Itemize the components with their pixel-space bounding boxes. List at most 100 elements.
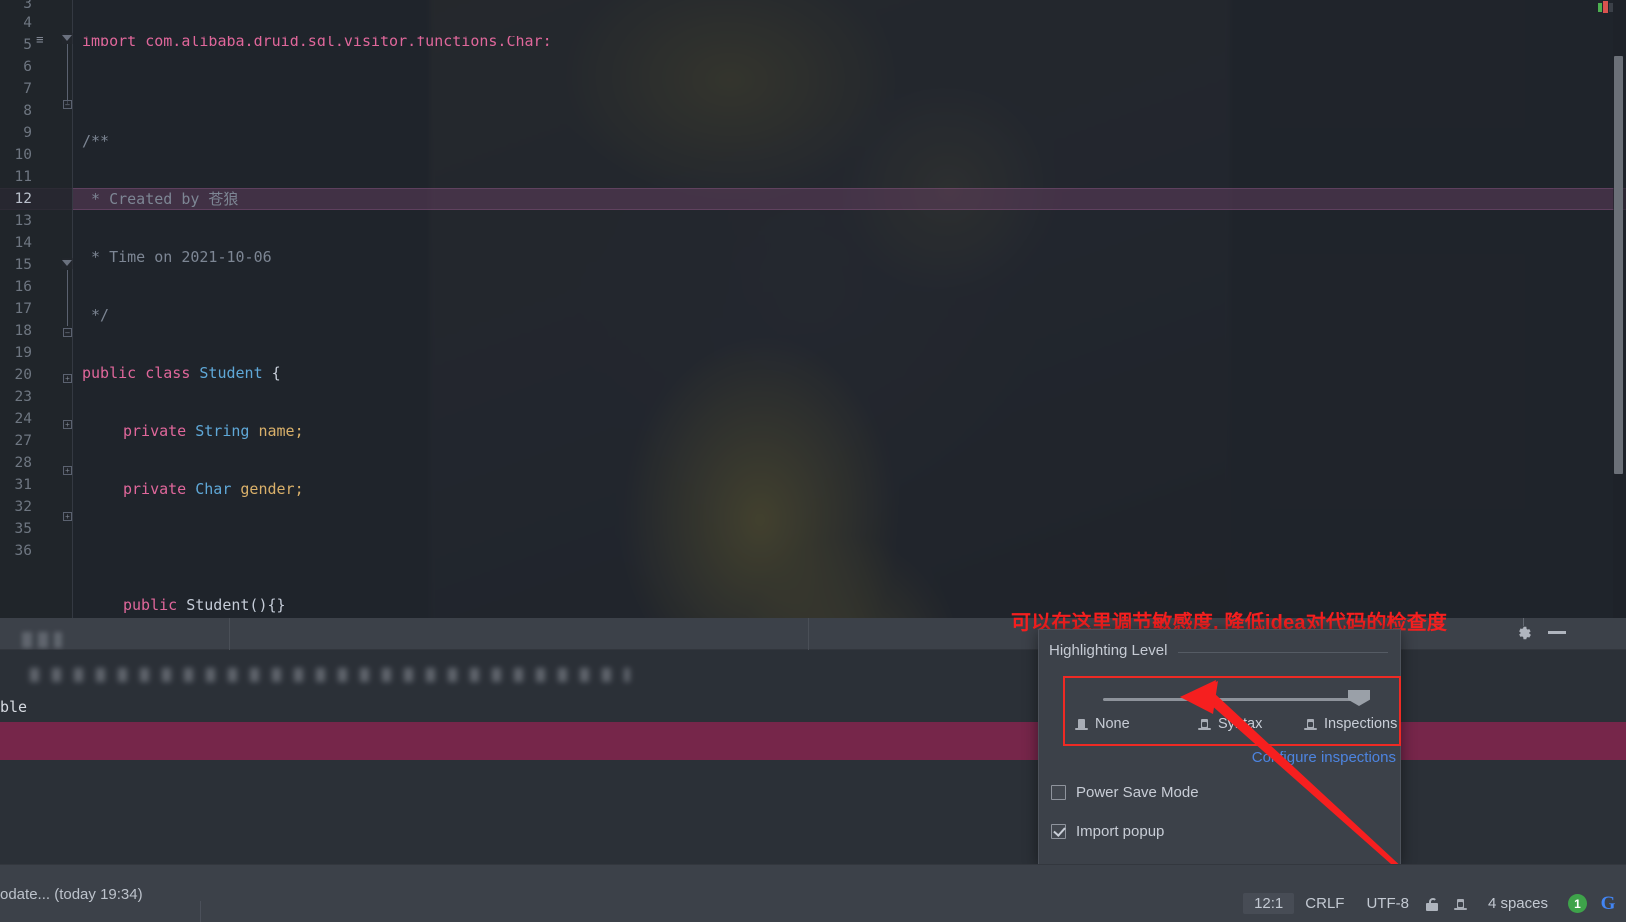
import-popup-checkbox[interactable] — [1051, 824, 1066, 839]
encoding-indicator[interactable]: UTF-8 — [1355, 893, 1420, 914]
caret-position-indicator[interactable]: 12:1 — [1243, 893, 1295, 914]
import-popup-row[interactable]: Import popup — [1051, 823, 1164, 840]
line-number: 36 — [14, 543, 32, 559]
editor-gutter[interactable]: ≡ 3 4 5 6 7 8 9 10 11 12 13 14 15 16 17 … — [0, 0, 73, 618]
line-number: 31 — [14, 477, 32, 493]
popup-title: Highlighting Level — [1049, 642, 1168, 659]
line-number: 28 — [14, 455, 32, 471]
line-number: 24 — [14, 411, 32, 427]
google-icon[interactable]: G — [1598, 893, 1618, 914]
slider-tick-syntax[interactable]: Syntax — [1198, 716, 1262, 732]
gear-icon[interactable] — [1515, 624, 1533, 642]
line-number: 17 — [14, 301, 32, 317]
highlighting-slider-thumb[interactable] — [1348, 690, 1370, 706]
fold-collapse-icon[interactable] — [62, 33, 73, 44]
highlighting-level-popup[interactable]: Highlighting Level None Syntax Inspectio… — [1038, 629, 1401, 865]
fold-expand-icon[interactable]: + — [63, 512, 72, 521]
hat-plain-icon — [1075, 717, 1088, 731]
unlocked-icon[interactable] — [1425, 897, 1438, 911]
line-number: 18 — [14, 323, 32, 339]
brace: { — [262, 364, 281, 382]
class-name: Student — [199, 364, 263, 382]
comment-open: /** — [82, 132, 110, 150]
line-number: 11 — [14, 169, 32, 185]
line-number: 3 — [23, 0, 32, 12]
line-number: 6 — [23, 59, 32, 75]
line-number: 19 — [14, 345, 32, 361]
indent-indicator[interactable]: 4 spaces — [1477, 893, 1559, 914]
slider-tick-inspections-label: Inspections — [1324, 716, 1398, 732]
tool-window-content-blurred — [30, 668, 630, 682]
fold-collapsed-icon[interactable]: – — [63, 328, 72, 337]
code-editor[interactable]: ≡ 3 4 5 6 7 8 9 10 11 12 13 14 15 16 17 … — [0, 0, 1626, 618]
line-number: 5 — [23, 37, 32, 53]
code-text-area[interactable]: import com.alibaba.druid.sql.visitor.fun… — [73, 0, 1626, 618]
status-bar-message[interactable]: odate... (today 19:34) — [0, 886, 143, 903]
slider-tick-syntax-label: Syntax — [1218, 716, 1263, 732]
highlighting-slider-track[interactable] — [1103, 698, 1353, 701]
editor-scrollbar-thumb[interactable] — [1614, 56, 1623, 474]
code-line-6: * Created by 苍狼 — [73, 188, 1626, 210]
status-bar-right-group: 12:1 CRLF UTF-8 4 spaces 1 G — [1243, 893, 1618, 914]
editor-error-stripe[interactable] — [1613, 0, 1626, 618]
code-line-7: * Time on 2021-10-06 — [73, 246, 1626, 268]
ctor-body: {} — [267, 596, 286, 614]
comment-author: * Created by 苍狼 — [82, 190, 239, 208]
line-number: 16 — [14, 279, 32, 295]
kw-private: private — [123, 480, 196, 498]
hat-face-icon — [1198, 717, 1211, 731]
slider-tick-none-label: None — [1095, 716, 1130, 732]
notification-badge[interactable]: 1 — [1568, 894, 1587, 913]
fold-region-line — [67, 44, 68, 104]
line-number: 23 — [14, 389, 32, 405]
bookmark-icon[interactable]: ≡ — [36, 33, 50, 46]
idea-window: ≡ 3 4 5 6 7 8 9 10 11 12 13 14 15 16 17 … — [0, 0, 1626, 922]
fold-expand-icon[interactable]: + — [63, 466, 72, 475]
inspection-status-icon[interactable] — [1598, 1, 1616, 14]
hat-face-icon — [1304, 717, 1317, 731]
line-number: 14 — [14, 235, 32, 251]
highlighting-slider-group[interactable]: None Syntax Inspections — [1063, 676, 1401, 746]
line-number: 4 — [23, 15, 32, 31]
header-separator — [808, 618, 809, 650]
comment-close: */ — [82, 306, 110, 324]
line-number: 7 — [23, 81, 32, 97]
kw-public-class: public class — [82, 364, 200, 382]
code-line-8: */ — [73, 304, 1626, 326]
inspection-error-bar — [1603, 1, 1608, 13]
comment-time: * Time on 2021-10-06 — [82, 248, 272, 266]
code-line-11: private Char gender; — [73, 478, 1626, 500]
fold-doc-icon[interactable]: – — [63, 100, 72, 109]
fold-expand-icon[interactable]: + — [63, 374, 72, 383]
line-number: 20 — [14, 367, 32, 383]
kw-private: private — [123, 422, 196, 440]
slider-tick-none[interactable]: None — [1075, 716, 1130, 732]
minimize-icon[interactable] — [1548, 631, 1566, 634]
kw-public: public — [123, 596, 187, 614]
power-save-mode-checkbox[interactable] — [1051, 785, 1066, 800]
fold-region-line — [67, 270, 68, 326]
hat-face-icon[interactable] — [1453, 897, 1467, 911]
fold-collapse-icon[interactable] — [62, 258, 73, 269]
inspection-ok-bar — [1598, 3, 1602, 12]
line-number: 15 — [14, 257, 32, 273]
power-save-mode-row[interactable]: Power Save Mode — [1051, 784, 1199, 801]
slider-tick-inspections[interactable]: Inspections — [1304, 716, 1397, 732]
line-number: 9 — [23, 125, 32, 141]
status-bar[interactable]: odate... (today 19:34) 12:1 CRLF UTF-8 4… — [0, 864, 1626, 922]
code-import-statement: import com.alibaba.druid.sql.visitor.fun… — [82, 36, 552, 46]
configure-inspections-link[interactable]: Configure inspections — [1252, 749, 1396, 766]
line-number: 32 — [14, 499, 32, 515]
code-line-9: public class Student { — [73, 362, 1626, 384]
line-number-current: 12 — [14, 191, 32, 207]
type-string: String — [195, 422, 259, 440]
field-name: name; — [258, 422, 304, 440]
tool-window-partial-label: ble — [0, 698, 28, 716]
tool-window-tab-labels-blurred[interactable] — [22, 632, 322, 648]
line-separator-indicator[interactable]: CRLF — [1294, 893, 1355, 914]
ctor-signature: Student() — [186, 596, 268, 614]
line-number: 8 — [23, 103, 32, 119]
fold-expand-icon[interactable]: + — [63, 420, 72, 429]
